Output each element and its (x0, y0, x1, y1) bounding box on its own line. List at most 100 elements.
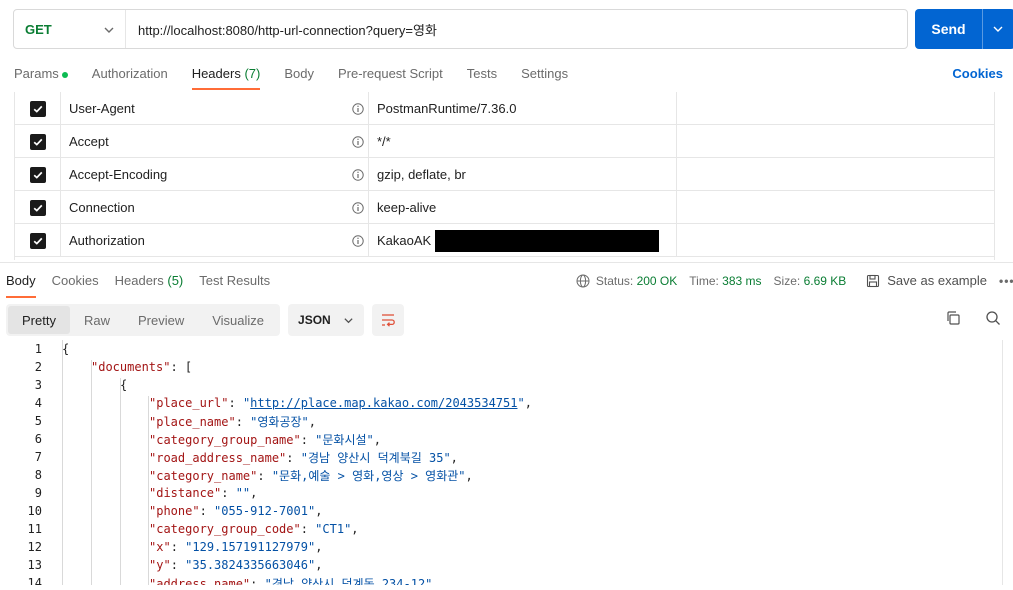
line-number: 4 (34, 396, 42, 410)
time-readout[interactable]: Time: 383 ms (689, 274, 761, 288)
header-description[interactable] (677, 224, 994, 257)
header-value[interactable]: */* (369, 125, 677, 158)
view-mode-raw[interactable]: Raw (70, 306, 124, 334)
json-string: "055-912-7001" (214, 504, 316, 518)
row-checkbox[interactable] (29, 166, 46, 183)
row-checkbox[interactable] (29, 100, 46, 117)
line-number: 6 (34, 432, 42, 446)
header-value[interactable]: keep-alive (369, 191, 677, 224)
view-mode-switch: Pretty Raw Preview Visualize (6, 304, 281, 336)
view-mode-visualize[interactable]: Visualize (198, 306, 278, 334)
json-punctuation: : (221, 486, 236, 500)
tab-params[interactable]: Params (14, 58, 68, 90)
chevron-down-icon (344, 317, 353, 323)
table-row: Accept */* (15, 125, 994, 158)
json-key: "x" (149, 540, 171, 554)
json-punctuation: { (62, 342, 70, 356)
header-key[interactable]: Authorization (61, 224, 369, 257)
tab-body[interactable]: Body (284, 58, 314, 90)
json-string: "경남 양산시 덕계북길 35" (300, 450, 451, 465)
header-description[interactable] (677, 125, 994, 158)
code-line: 8 "category_name": "문화,예술 > 영화,영상 > 영화관", (0, 466, 1002, 484)
row-checkbox[interactable] (29, 133, 46, 150)
tab-settings[interactable]: Settings (521, 58, 568, 90)
row-checkbox[interactable] (29, 199, 46, 216)
send-button[interactable]: Send (915, 9, 1013, 49)
tab-authorization[interactable]: Authorization (92, 58, 168, 90)
tab-headers[interactable]: Headers (7) (191, 58, 260, 90)
format-select[interactable]: JSON (288, 304, 365, 336)
header-value[interactable]: KakaoAK (369, 224, 677, 257)
wrap-lines-button[interactable] (372, 304, 405, 336)
send-options-chevron-icon[interactable] (983, 23, 1013, 35)
table-row: Connection keep-alive (15, 191, 994, 224)
header-value-text: keep-alive (377, 200, 437, 215)
json-punctuation: , (315, 540, 323, 554)
info-icon[interactable] (352, 169, 364, 181)
globe-icon[interactable] (576, 274, 590, 288)
response-body-editor[interactable]: 1{2 "documents": [3{4 "place_url": "http:/… (0, 340, 1003, 585)
view-mode-pretty[interactable]: Pretty (8, 306, 70, 334)
tab-tests[interactable]: Tests (467, 58, 497, 90)
code-text: "x": "129.157191127979", (149, 540, 322, 554)
tab-label: Cookies (51, 273, 99, 288)
indent-guide (120, 378, 121, 585)
table-row: User-Agent PostmanRuntime/7.36.0 (15, 92, 994, 125)
save-as-example-button[interactable]: Save as example (866, 273, 987, 288)
size-readout[interactable]: Size: 6.69 KB (774, 274, 847, 288)
view-mode-preview[interactable]: Preview (124, 306, 198, 334)
indent-guide (91, 360, 92, 585)
copy-icon[interactable] (945, 310, 961, 326)
tab-label: Settings (521, 66, 569, 81)
tab-label: Authorization (91, 66, 168, 81)
response-tab-test-results[interactable]: Test Results (199, 263, 270, 298)
json-punctuation: , (315, 504, 323, 518)
tab-label: Tests (466, 66, 498, 81)
response-tab-body[interactable]: Body (6, 263, 36, 298)
search-icon[interactable] (985, 310, 1001, 326)
header-value-text: PostmanRuntime/7.36.0 (377, 101, 517, 116)
tab-pre-request-script[interactable]: Pre-request Script (338, 58, 443, 90)
more-options-icon[interactable]: ••• (999, 274, 1013, 288)
json-link[interactable]: http://place.map.kakao.com/2043534751 (250, 396, 517, 410)
header-key[interactable]: User-Agent (61, 92, 369, 125)
header-description[interactable] (677, 191, 994, 224)
table-row (15, 257, 994, 260)
headers-table: User-Agent PostmanRuntime/7.36.0 Accept */*… (14, 92, 995, 260)
json-punctuation: , (465, 468, 473, 483)
info-icon[interactable] (352, 103, 364, 115)
method-select[interactable]: GET (14, 10, 126, 48)
header-value[interactable]: gzip, deflate, br (369, 158, 677, 191)
line-number: 14 (27, 576, 42, 585)
header-key[interactable]: Connection (61, 191, 369, 224)
header-description[interactable] (677, 92, 994, 125)
header-description[interactable] (677, 158, 994, 191)
json-key: "documents" (91, 360, 171, 374)
cookies-link[interactable]: Cookies (952, 66, 1003, 81)
table-row: Authorization KakaoAK (15, 224, 994, 257)
header-value[interactable]: PostmanRuntime/7.36.0 (369, 92, 677, 125)
json-string: "CT1" (315, 522, 352, 536)
request-tabs: Params Authorization Headers (7) Body Pre-re… (14, 58, 592, 90)
header-key[interactable]: Accept-Encoding (61, 158, 369, 191)
code-line: 12 "x": "129.157191127979", (0, 538, 1002, 556)
checkmark-icon (33, 171, 42, 179)
info-icon[interactable] (352, 136, 364, 148)
status-readout[interactable]: Status: 200 OK (596, 274, 677, 288)
info-icon[interactable] (352, 235, 364, 247)
row-checkbox-cell (15, 191, 61, 224)
json-punctuation: , (524, 396, 532, 410)
header-key[interactable]: Accept (61, 125, 369, 158)
json-punctuation: , (308, 414, 317, 429)
json-key: "road_address_name" (149, 450, 287, 465)
response-tab-headers[interactable]: Headers (5) (115, 263, 184, 298)
url-input[interactable]: http://localhost:8080/http-url-connectio… (126, 20, 907, 39)
response-bar: Body Cookies Headers (5) Test Results Statu… (0, 262, 1013, 298)
wrap-lines-icon (382, 314, 395, 327)
time-value: 383 ms (722, 273, 762, 288)
info-icon[interactable] (352, 202, 364, 214)
response-tab-cookies[interactable]: Cookies (52, 263, 99, 298)
response-meta: Status: 200 OK Time: 383 ms Size: 6.69 K… (576, 273, 1013, 288)
row-checkbox[interactable] (29, 232, 46, 249)
row-checkbox-cell (15, 224, 61, 257)
